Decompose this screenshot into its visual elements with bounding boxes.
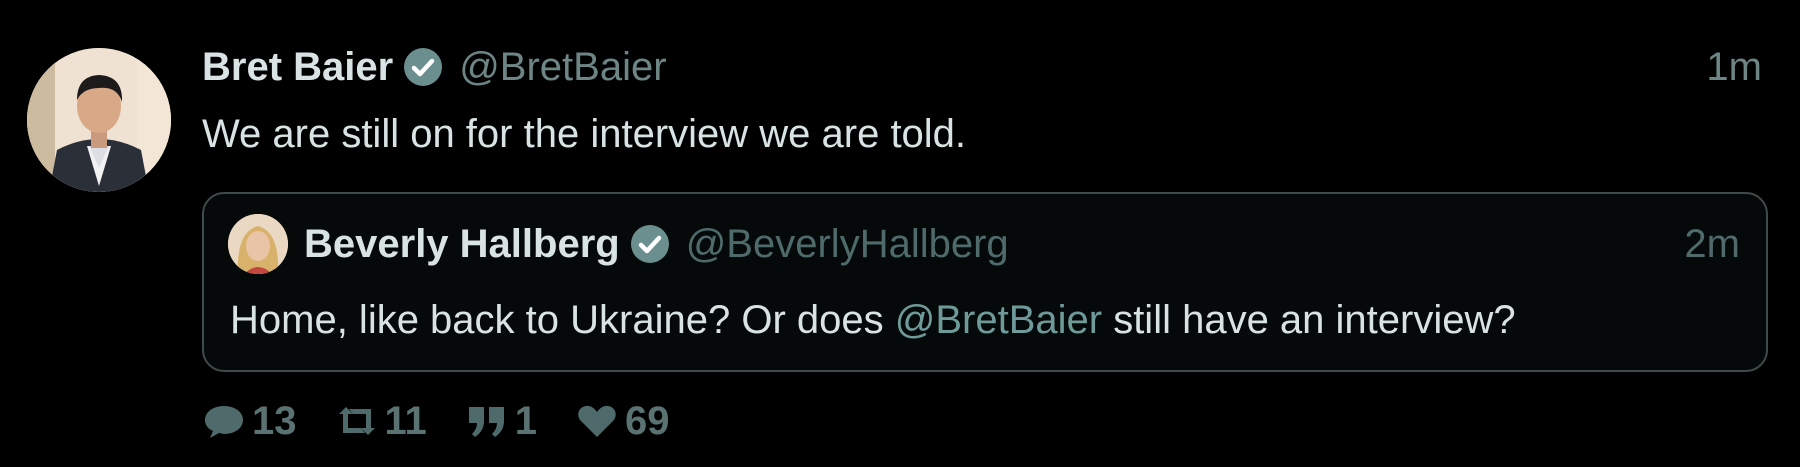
tweet-card: Bret Baier @BretBaier 1m We are still on… xyxy=(0,0,1800,467)
author-avatar[interactable] xyxy=(27,48,171,192)
action-bar: 13 11 1 69 xyxy=(202,396,708,446)
quoted-text-start: Home, like back to Ukraine? Or does xyxy=(230,298,895,342)
retweet-icon xyxy=(338,407,375,435)
like-count: 69 xyxy=(625,398,670,443)
quoted-text-end: still have an interview? xyxy=(1102,298,1516,342)
reply-icon xyxy=(205,406,243,438)
tweet-header: Bret Baier @BretBaier xyxy=(202,42,667,92)
reply-button[interactable]: 13 xyxy=(202,399,297,444)
quoted-text: Home, like back to Ukraine? Or does @Bre… xyxy=(230,294,1516,346)
verified-badge-icon xyxy=(630,225,669,263)
author-name[interactable]: Bret Baier xyxy=(202,45,393,90)
tweet-text: We are still on for the interview we are… xyxy=(202,112,967,156)
quoted-mention-link[interactable]: @BretBaier xyxy=(895,298,1102,342)
quote-button[interactable]: 1 xyxy=(465,399,537,444)
quoted-author-handle[interactable]: @BeverlyHallberg xyxy=(686,222,1009,267)
heart-icon xyxy=(578,405,616,437)
quoted-header: Beverly Hallberg @BeverlyHallberg xyxy=(304,219,1009,269)
verified-badge-icon xyxy=(404,48,443,86)
reply-count: 13 xyxy=(252,398,297,443)
tweet-timestamp[interactable]: 1m xyxy=(1706,42,1762,92)
quoted-author-name[interactable]: Beverly Hallberg xyxy=(304,222,620,267)
retweet-button[interactable]: 11 xyxy=(335,399,427,444)
like-button[interactable]: 69 xyxy=(575,399,670,444)
quote-icon xyxy=(468,407,504,437)
quoted-author-avatar[interactable] xyxy=(228,214,288,274)
author-handle[interactable]: @BretBaier xyxy=(459,45,666,90)
quote-count: 1 xyxy=(514,398,538,443)
quoted-tweet[interactable]: Beverly Hallberg @BeverlyHallberg 2m Hom… xyxy=(202,192,1768,372)
quoted-timestamp[interactable]: 2m xyxy=(1684,219,1740,269)
retweet-count: 11 xyxy=(384,398,427,443)
